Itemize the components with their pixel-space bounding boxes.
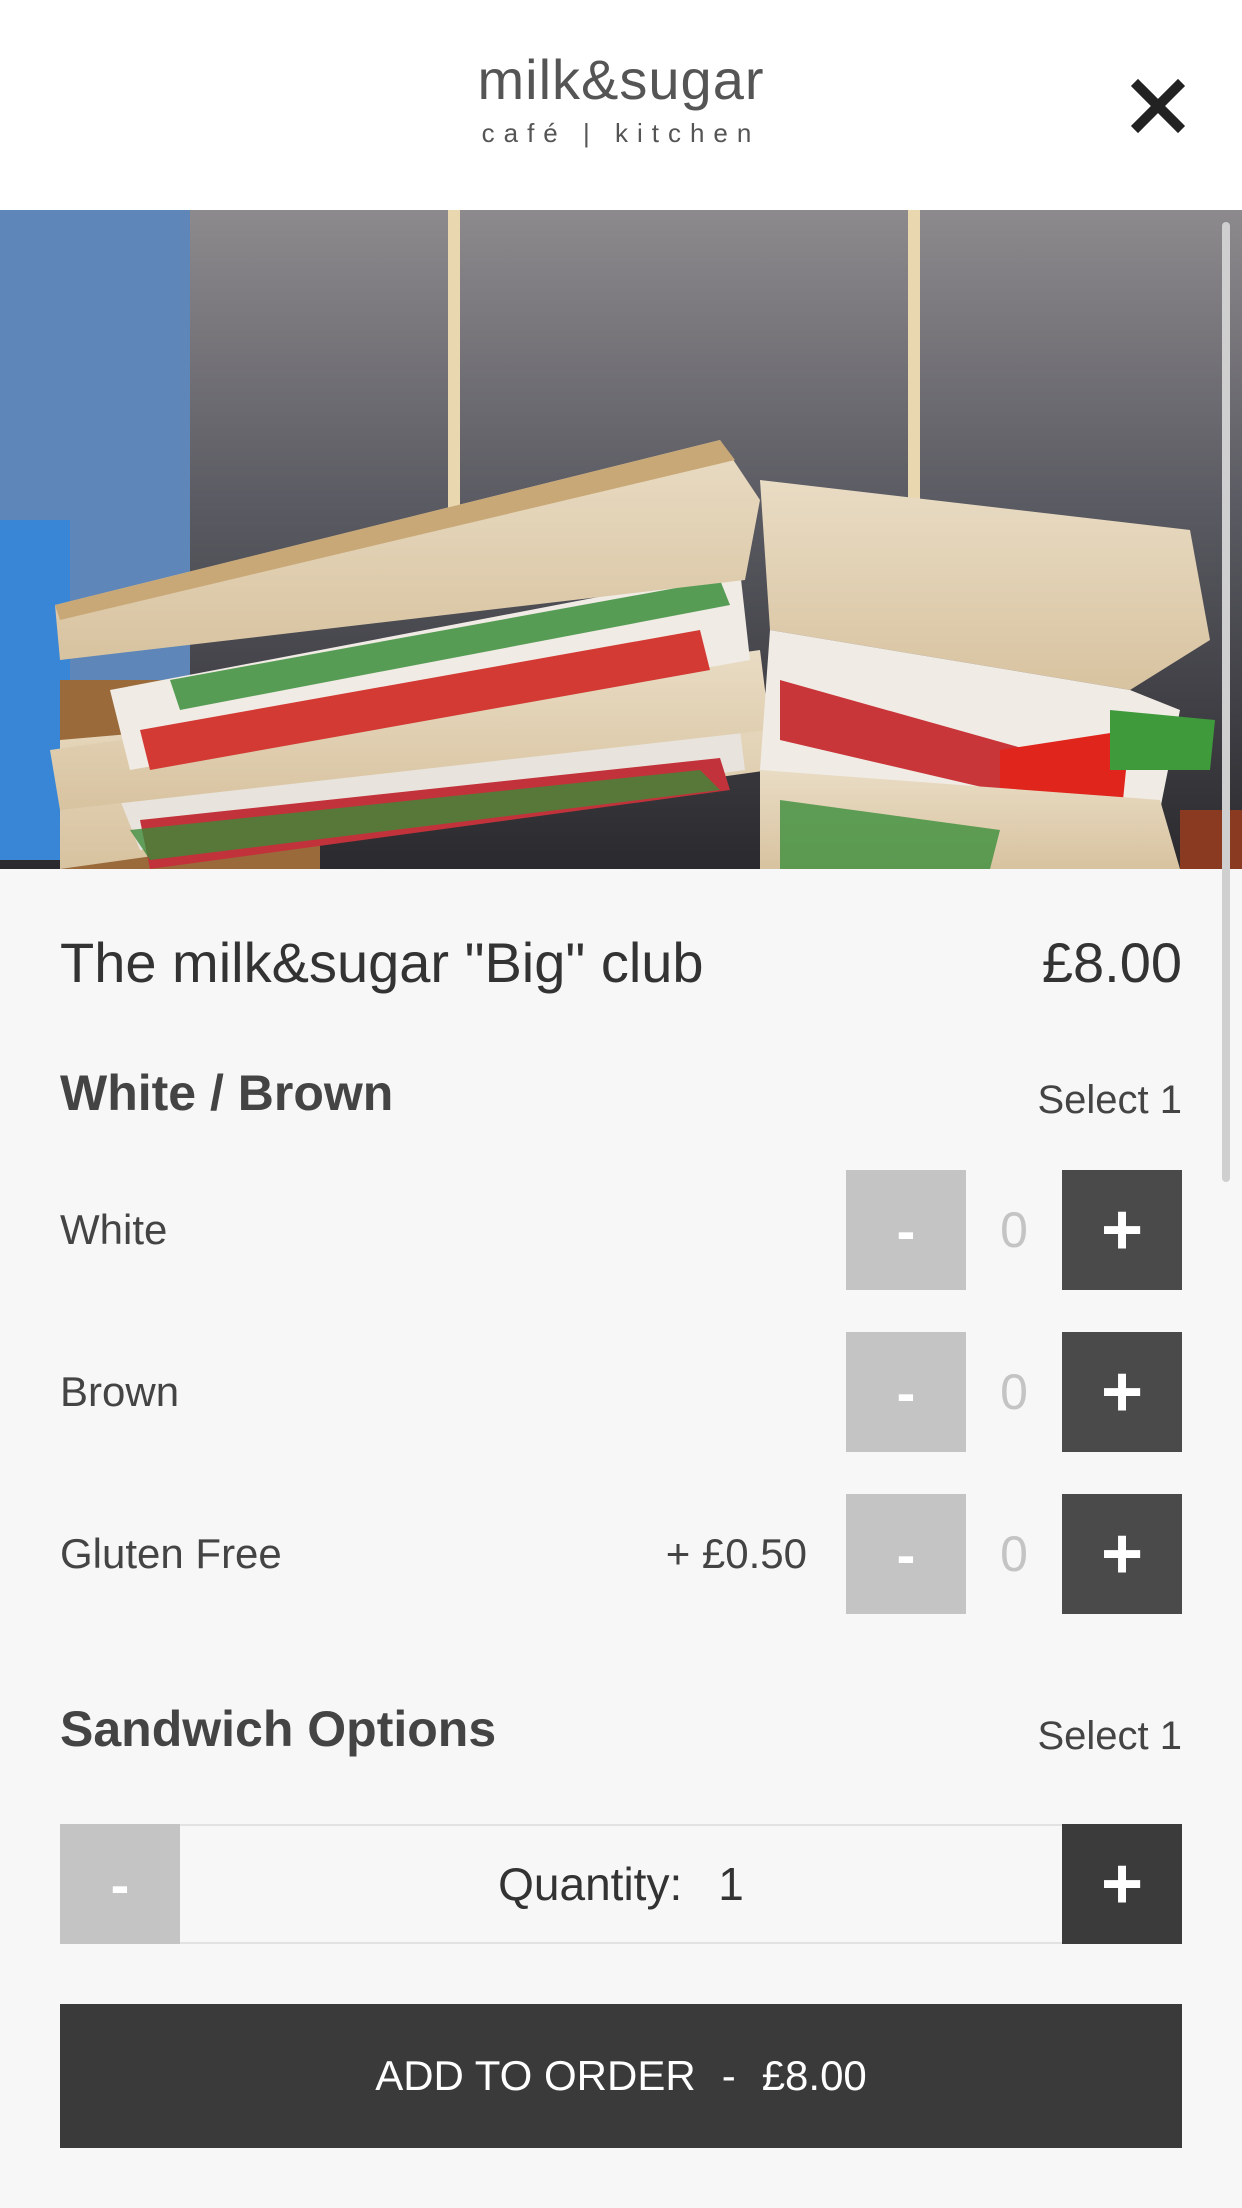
- item-price: £8.00: [1041, 931, 1182, 994]
- quantity-label: Quantity:: [498, 1858, 683, 1910]
- option-count: 0: [1000, 1364, 1028, 1420]
- option-label: Gluten Free: [60, 1530, 282, 1577]
- item-title: The milk&sugar "Big" club: [60, 931, 704, 994]
- add-to-order-total: £8.00: [761, 2052, 867, 2099]
- option-row-gluten-free: Gluten Free + £0.50 - 0 +: [60, 1494, 1182, 1614]
- option-row-white: White - 0 +: [60, 1170, 1182, 1290]
- add-to-order-button[interactable]: ADD TO ORDER - £8.00: [60, 2004, 1182, 2148]
- product-photo: [0, 210, 1242, 869]
- scrollbar[interactable]: [1222, 222, 1230, 1182]
- group-select-hint: Select 1: [1037, 1078, 1182, 1122]
- option-label: Brown: [60, 1368, 180, 1415]
- option-count: 0: [1000, 1202, 1028, 1258]
- close-icon[interactable]: [1128, 76, 1188, 136]
- logo-wordmark: milk&sugar: [477, 48, 765, 111]
- option-surcharge: + £0.50: [665, 1530, 807, 1577]
- option-count: 0: [1000, 1526, 1028, 1582]
- add-to-order-label: ADD TO ORDER: [375, 2052, 696, 2099]
- header: milk&sugar café | kitchen: [0, 0, 1242, 210]
- quantity-display: Quantity: 1: [180, 1826, 1062, 1942]
- quantity-value: 1: [718, 1858, 744, 1910]
- quantity-decrement-button[interactable]: -: [60, 1824, 180, 1944]
- increment-button[interactable]: +: [1062, 1332, 1182, 1452]
- group-select-hint: Select 1: [1037, 1714, 1182, 1758]
- option-row-brown: Brown - 0 +: [60, 1332, 1182, 1452]
- logo-tagline: café | kitchen: [481, 118, 761, 148]
- brand-logo: milk&sugar café | kitchen: [0, 48, 1242, 150]
- increment-button[interactable]: +: [1062, 1170, 1182, 1290]
- decrement-button[interactable]: -: [846, 1332, 966, 1452]
- option-label: White: [60, 1206, 168, 1253]
- quantity-stepper: - Quantity: 1 +: [60, 1824, 1182, 1944]
- decrement-button[interactable]: -: [846, 1494, 966, 1614]
- add-to-order-separator: -: [721, 2052, 736, 2099]
- increment-button[interactable]: +: [1062, 1494, 1182, 1614]
- group-title-sandwich-options: Sandwich Options: [60, 1701, 497, 1757]
- quantity-increment-button[interactable]: +: [1062, 1824, 1182, 1944]
- group-title-white-brown: White / Brown: [60, 1065, 394, 1121]
- decrement-button[interactable]: -: [846, 1170, 966, 1290]
